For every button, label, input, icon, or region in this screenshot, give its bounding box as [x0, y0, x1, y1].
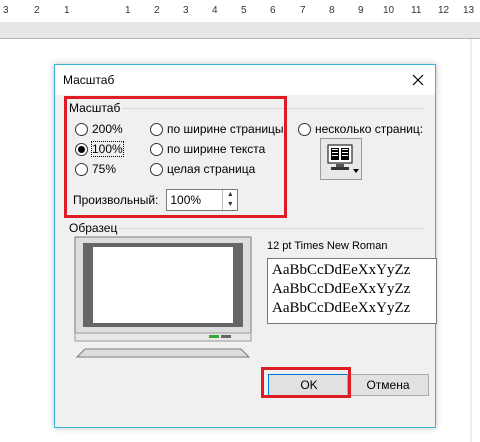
radio-circle[interactable]	[298, 122, 311, 136]
ruler-tick: 2	[154, 5, 160, 16]
ruler-tick: 1	[64, 5, 70, 16]
ruler-tick: 10	[383, 5, 395, 16]
ruler-tick: 8	[329, 5, 335, 16]
cancel-button[interactable]: Отмена	[347, 374, 429, 396]
many-pages-button[interactable]	[320, 138, 362, 180]
ruler-tick: 3	[183, 5, 189, 16]
ruler-tick: 13	[463, 5, 475, 16]
sample-line: AaBbCcDdEeXxYyZz	[272, 300, 411, 316]
many-pages-label: несколько страниц:	[315, 122, 424, 136]
sample-text-box: AaBbCcDdEeXxYyZz AaBbCcDdEeXxYyZz AaBbCc…	[267, 258, 437, 324]
many-pages-radio[interactable]: несколько страниц:	[298, 122, 423, 136]
ruler-tick: 5	[241, 5, 247, 16]
close-icon[interactable]	[407, 69, 429, 91]
ruler-tick: 7	[300, 5, 306, 16]
sample-group-border	[67, 228, 423, 229]
ruler-tick: 11	[411, 5, 422, 16]
ruler-tick: 2	[34, 5, 40, 16]
horizontal-ruler: 3 2 1 1 2 3 4 5 6 7 8 9 10 11 12 13	[0, 0, 480, 22]
ok-button-highlight	[261, 367, 351, 398]
monitor-pages-icon	[327, 144, 359, 173]
monitor-preview	[74, 236, 252, 358]
dialog-titlebar[interactable]: Масштаб	[55, 65, 435, 95]
page-edge	[470, 39, 472, 442]
sample-line: AaBbCcDdEeXxYyZz	[272, 281, 411, 297]
ruler-tick: 3	[3, 5, 9, 16]
ruler-divider	[0, 38, 480, 39]
ruler-tick: 12	[438, 5, 450, 16]
ruler-strip	[0, 22, 480, 38]
ruler-tick: 9	[358, 5, 364, 16]
ruler-tick: 6	[270, 5, 276, 16]
dialog-title: Масштаб	[63, 73, 115, 87]
zoom-options-highlight	[64, 96, 287, 218]
zoom-dialog: Масштаб Масштаб 200% 100% 75% по ширине …	[54, 64, 437, 428]
ruler-tick: 1	[125, 5, 131, 16]
ruler-tick: 4	[212, 5, 218, 16]
sample-line: AaBbCcDdEeXxYyZz	[272, 262, 411, 278]
font-caption: 12 pt Times New Roman	[267, 240, 388, 252]
